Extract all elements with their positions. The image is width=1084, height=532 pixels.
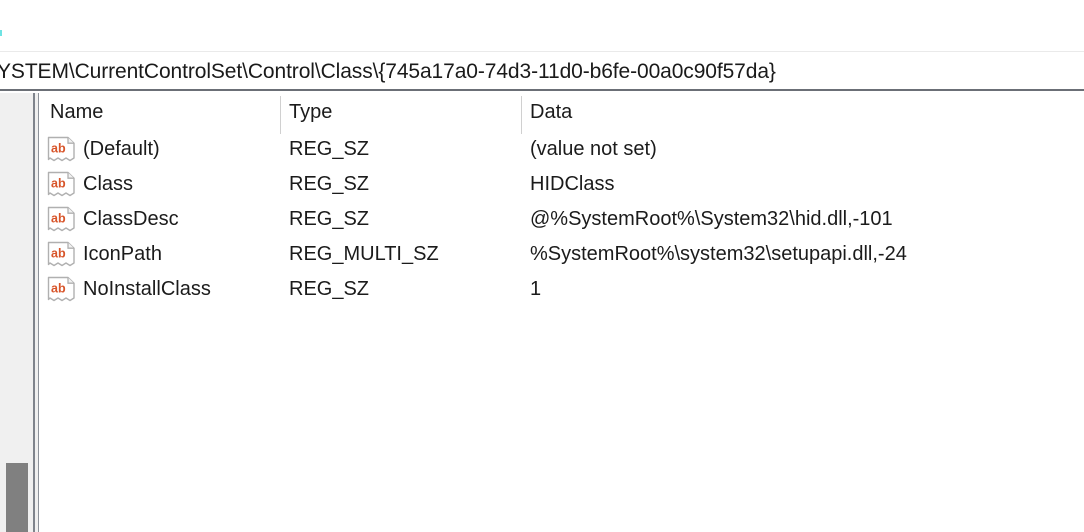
table-row[interactable]: ab Class REG_SZ HIDClass: [39, 169, 1084, 204]
cell-data[interactable]: 1: [530, 279, 541, 299]
string-value-ab-icon: ab: [47, 171, 75, 197]
tree-vertical-scrollbar-thumb[interactable]: [6, 463, 28, 532]
svg-text:ab: ab: [51, 247, 66, 261]
table-row[interactable]: ab ClassDesc REG_SZ @%SystemRoot%\System…: [39, 204, 1084, 239]
string-value-ab-icon: ab: [47, 241, 75, 267]
string-value-ab-icon: ab: [47, 276, 75, 302]
cell-type[interactable]: REG_SZ: [289, 279, 369, 299]
cell-name[interactable]: Class: [83, 174, 133, 194]
svg-text:ab: ab: [51, 177, 66, 191]
tree-vertical-scrollbar-track[interactable]: [0, 93, 33, 532]
svg-text:ab: ab: [51, 282, 66, 296]
cell-name[interactable]: (Default): [83, 139, 160, 159]
cell-type[interactable]: REG_MULTI_SZ: [289, 244, 439, 264]
column-header-name[interactable]: Name: [50, 102, 103, 122]
caret-mark: [0, 30, 2, 36]
string-value-ab-icon: ab: [47, 136, 75, 162]
address-bar[interactable]: YSTEM\CurrentControlSet\Control\Class\{7…: [0, 53, 1084, 91]
registry-path-text[interactable]: YSTEM\CurrentControlSet\Control\Class\{7…: [0, 61, 776, 82]
table-row[interactable]: ab NoInstallClass REG_SZ 1: [39, 274, 1084, 309]
cell-name[interactable]: ClassDesc: [83, 209, 179, 229]
tree-pane[interactable]: [0, 93, 33, 532]
cell-data[interactable]: (value not set): [530, 139, 657, 159]
cell-data[interactable]: %SystemRoot%\system32\setupapi.dll,-24: [530, 244, 907, 264]
column-header-type[interactable]: Type: [289, 102, 332, 122]
cell-name[interactable]: IconPath: [83, 244, 162, 264]
column-header-data[interactable]: Data: [530, 102, 572, 122]
table-row[interactable]: ab (Default) REG_SZ (value not set): [39, 134, 1084, 169]
value-list-header: Name Type Data: [39, 92, 1084, 134]
window-top-strip: [0, 0, 1084, 52]
value-list-rows: ab (Default) REG_SZ (value not set) ab C…: [39, 134, 1084, 309]
cell-type[interactable]: REG_SZ: [289, 174, 369, 194]
cell-type[interactable]: REG_SZ: [289, 209, 369, 229]
table-row[interactable]: ab IconPath REG_MULTI_SZ %SystemRoot%\sy…: [39, 239, 1084, 274]
string-value-ab-icon: ab: [47, 206, 75, 232]
cell-type[interactable]: REG_SZ: [289, 139, 369, 159]
svg-text:ab: ab: [51, 212, 66, 226]
cell-data[interactable]: HIDClass: [530, 174, 614, 194]
cell-name[interactable]: NoInstallClass: [83, 279, 211, 299]
cell-data[interactable]: @%SystemRoot%\System32\hid.dll,-101: [530, 209, 893, 229]
value-list: Name Type Data ab (Default) REG_SZ (valu…: [39, 92, 1084, 532]
registry-editor-window: YSTEM\CurrentControlSet\Control\Class\{7…: [0, 0, 1084, 532]
svg-text:ab: ab: [51, 142, 66, 156]
